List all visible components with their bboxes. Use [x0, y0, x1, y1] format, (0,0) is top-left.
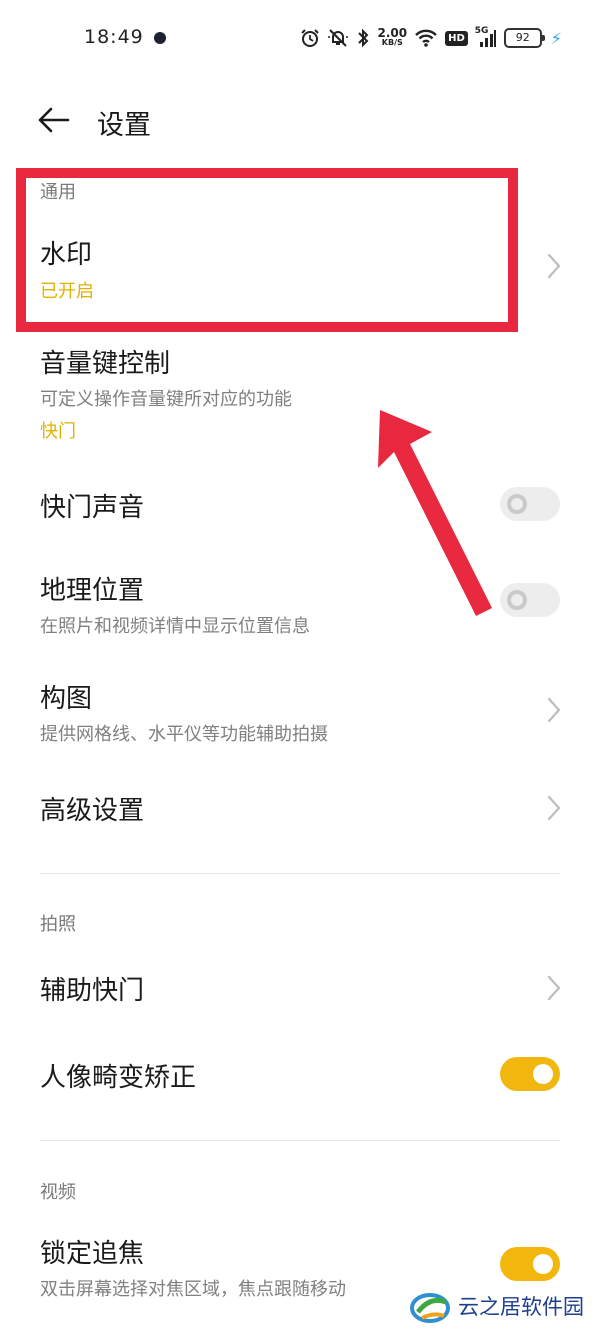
- portrait-distortion-toggle[interactable]: [500, 1057, 560, 1091]
- chevron-right-icon: [547, 697, 561, 723]
- setting-row-portrait-distortion[interactable]: 人像畸变矫正: [0, 1045, 600, 1105]
- section-divider: [40, 873, 560, 874]
- setting-row-shutter-sound[interactable]: 快门声音: [0, 475, 600, 535]
- app-header: 设置: [0, 90, 600, 150]
- cellular-signal-icon: 5G: [475, 26, 497, 48]
- setting-title: 构图: [40, 684, 93, 714]
- network-speed-value: 2.00: [377, 26, 408, 40]
- bluetooth-icon: [358, 28, 369, 48]
- setting-subtitle: 在照片和视频详情中显示位置信息: [40, 616, 310, 637]
- setting-row-volume-key[interactable]: 音量键控制 可定义操作音量键所对应的功能 快门: [0, 335, 600, 455]
- setting-row-assist-shutter[interactable]: 辅助快门: [0, 958, 600, 1018]
- setting-title: 地理位置: [40, 576, 145, 606]
- setting-title: 锁定追焦: [40, 1239, 145, 1269]
- setting-title: 人像畸变矫正: [40, 1063, 197, 1093]
- toggle-knob: [533, 1254, 553, 1274]
- setting-subtitle: 可定义操作音量键所对应的功能: [40, 389, 292, 410]
- toggle-knob: [507, 590, 527, 610]
- charging-icon: ⚡: [550, 28, 562, 48]
- status-icons: 2.00 KB/S HD 5G 92 ⚡: [300, 24, 562, 52]
- wifi-icon: [415, 29, 437, 47]
- watermark-text: 云之居软件园: [458, 1295, 584, 1319]
- setting-title: 快门声音: [40, 493, 145, 523]
- network-speed-unit: KB/S: [381, 38, 403, 47]
- chevron-right-icon: [547, 253, 561, 279]
- section-header-video: 视频: [40, 1182, 76, 1203]
- section-divider: [40, 1140, 560, 1141]
- status-time: 18:49: [84, 26, 144, 48]
- annotation-highlight-box: [16, 168, 518, 332]
- setting-subtitle: 提供网格线、水平仪等功能辅助拍摄: [40, 724, 328, 745]
- setting-row-location[interactable]: 地理位置 在照片和视频详情中显示位置信息: [0, 560, 600, 640]
- mute-bell-icon: [328, 29, 349, 47]
- hd-voice-badge: HD: [445, 30, 468, 46]
- network-speed: 2.00 KB/S: [377, 26, 408, 48]
- status-bar: 18:49 2.00 KB/S HD 5G 92 ⚡: [0, 0, 600, 76]
- setting-row-composition[interactable]: 构图 提供网格线、水平仪等功能辅助拍摄: [0, 670, 600, 750]
- setting-subtitle: 双击屏幕选择对焦区域，焦点跟随移动: [40, 1279, 346, 1300]
- setting-row-advanced[interactable]: 高级设置: [0, 778, 600, 838]
- setting-title: 高级设置: [40, 796, 145, 826]
- chevron-right-icon: [547, 795, 561, 821]
- setting-title: 辅助快门: [40, 976, 145, 1006]
- setting-value: 快门: [40, 421, 76, 442]
- section-header-photo: 拍照: [40, 914, 76, 935]
- annotation-arrow-icon: [378, 410, 492, 616]
- setting-title: 音量键控制: [40, 349, 171, 379]
- battery-icon: 92: [503, 28, 545, 48]
- site-watermark: 云之居软件园: [410, 1284, 595, 1328]
- toggle-knob: [507, 494, 527, 514]
- alarm-icon: [301, 29, 320, 47]
- notification-dot-icon: [154, 32, 166, 44]
- site-logo-icon: [410, 1293, 450, 1323]
- page-title: 设置: [97, 110, 151, 141]
- focus-lock-toggle[interactable]: [500, 1247, 560, 1281]
- chevron-right-icon: [547, 975, 561, 1001]
- toggle-knob: [533, 1064, 553, 1084]
- back-arrow-icon[interactable]: [36, 104, 70, 136]
